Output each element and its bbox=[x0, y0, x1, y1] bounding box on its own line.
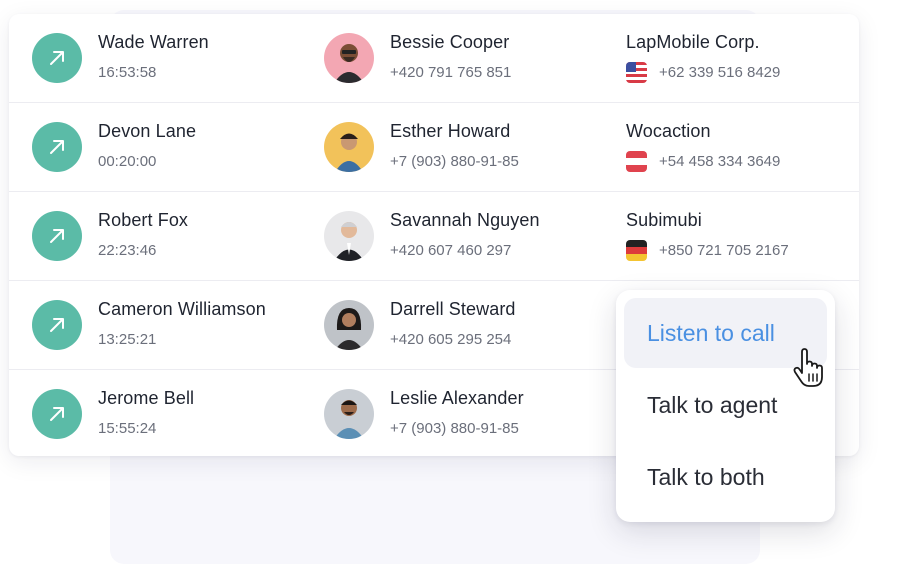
call-row[interactable]: Wade Warren 16:53:58 Bessie Cooper +420 … bbox=[9, 14, 859, 103]
caller-name: Darrell Steward bbox=[390, 299, 516, 319]
agent-name: Devon Lane bbox=[98, 121, 197, 141]
caller-name: Esther Howard bbox=[390, 121, 511, 141]
caller-name: Bessie Cooper bbox=[390, 32, 510, 52]
call-duration: 15:55:24 bbox=[98, 420, 157, 437]
caller-phone: +420 791 765 851 bbox=[390, 64, 512, 81]
call-duration: 22:23:46 bbox=[98, 242, 157, 259]
avatar bbox=[324, 33, 374, 83]
hand-pointer-cursor-icon bbox=[790, 348, 826, 388]
caller-name: Savannah Nguyen bbox=[390, 210, 540, 230]
company-phone: +62 339 516 8429 bbox=[659, 64, 781, 81]
caller-name: Leslie Alexander bbox=[390, 388, 524, 408]
agent-name: Cameron Williamson bbox=[98, 299, 266, 319]
company-phone: +850 721 705 2167 bbox=[659, 242, 789, 259]
call-row[interactable]: Robert Fox 22:23:46 Savannah Nguyen +420… bbox=[9, 192, 859, 281]
austria-flag-icon bbox=[626, 151, 647, 172]
caller-phone: +7 (903) 880-91-85 bbox=[390, 420, 519, 437]
germany-flag-icon bbox=[626, 240, 647, 261]
call-row[interactable]: Devon Lane 00:20:00 Esther Howard +7 (90… bbox=[9, 103, 859, 192]
company-phone: +54 458 334 3649 bbox=[659, 153, 781, 170]
company-name: Wocaction bbox=[626, 121, 711, 141]
us-flag-icon bbox=[626, 62, 647, 83]
agent-name: Jerome Bell bbox=[98, 388, 195, 408]
outgoing-call-icon bbox=[32, 211, 82, 261]
call-duration: 13:25:21 bbox=[98, 331, 157, 348]
outgoing-call-icon bbox=[32, 33, 82, 83]
avatar bbox=[324, 389, 374, 439]
call-duration: 16:53:58 bbox=[98, 64, 157, 81]
caller-phone: +420 605 295 254 bbox=[390, 331, 512, 348]
avatar bbox=[324, 300, 374, 350]
call-action-menu: Listen to call Talk to agent Talk to bot… bbox=[616, 290, 835, 522]
avatar bbox=[324, 122, 374, 172]
caller-phone: +420 607 460 297 bbox=[390, 242, 512, 259]
talk-to-both-item[interactable]: Talk to both bbox=[624, 442, 827, 512]
call-duration: 00:20:00 bbox=[98, 153, 157, 170]
agent-name: Robert Fox bbox=[98, 210, 189, 230]
company-name: LapMobile Corp. bbox=[626, 32, 760, 52]
avatar bbox=[324, 211, 374, 261]
agent-name: Wade Warren bbox=[98, 32, 209, 52]
caller-phone: +7 (903) 880-91-85 bbox=[390, 153, 519, 170]
outgoing-call-icon bbox=[32, 389, 82, 439]
company-name: Subimubi bbox=[626, 210, 702, 230]
outgoing-call-icon bbox=[32, 300, 82, 350]
outgoing-call-icon bbox=[32, 122, 82, 172]
